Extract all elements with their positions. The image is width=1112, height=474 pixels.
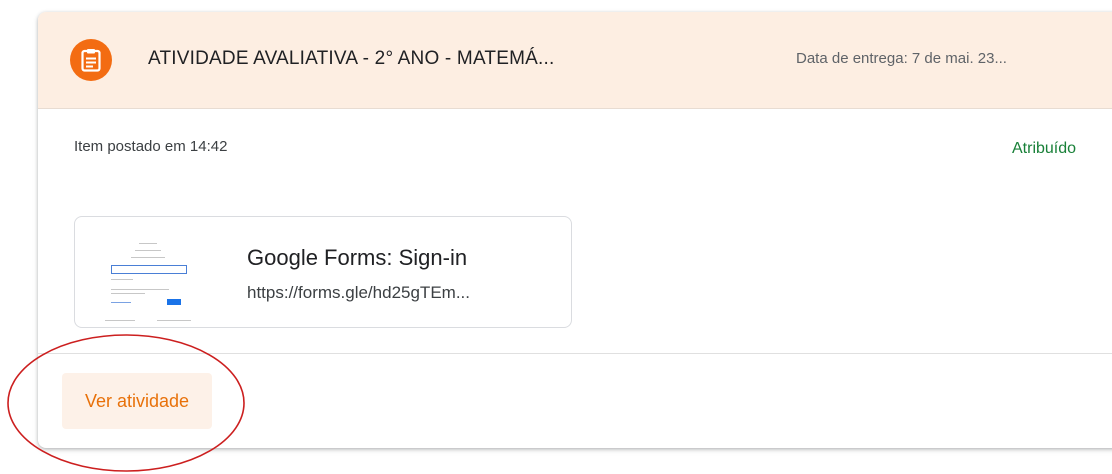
assignment-header[interactable]: ATIVIDADE AVALIATIVA - 2° ANO - MATEMÁ..…	[38, 12, 1112, 109]
due-date: Data de entrega: 7 de mai. 23...	[796, 50, 1007, 67]
google-sign-in-thumbnail	[89, 219, 207, 325]
assignment-card: ATIVIDADE AVALIATIVA - 2° ANO - MATEMÁ..…	[38, 12, 1112, 448]
attachment-url[interactable]: https://forms.gle/hd25gTEm...	[247, 283, 470, 303]
status-badge: Atribuído	[1012, 140, 1077, 157]
divider	[38, 353, 1112, 354]
view-activity-button[interactable]: Ver atividade	[62, 373, 212, 429]
attachment-card[interactable]: Google Forms: Sign-in https://forms.gle/…	[74, 216, 572, 328]
assignment-title[interactable]: ATIVIDADE AVALIATIVA - 2° ANO - MATEMÁ..…	[148, 48, 554, 70]
assignment-icon	[70, 39, 112, 81]
attachment-title[interactable]: Google Forms: Sign-in	[247, 245, 467, 271]
posted-time: Item postado em 14:42	[74, 138, 228, 155]
